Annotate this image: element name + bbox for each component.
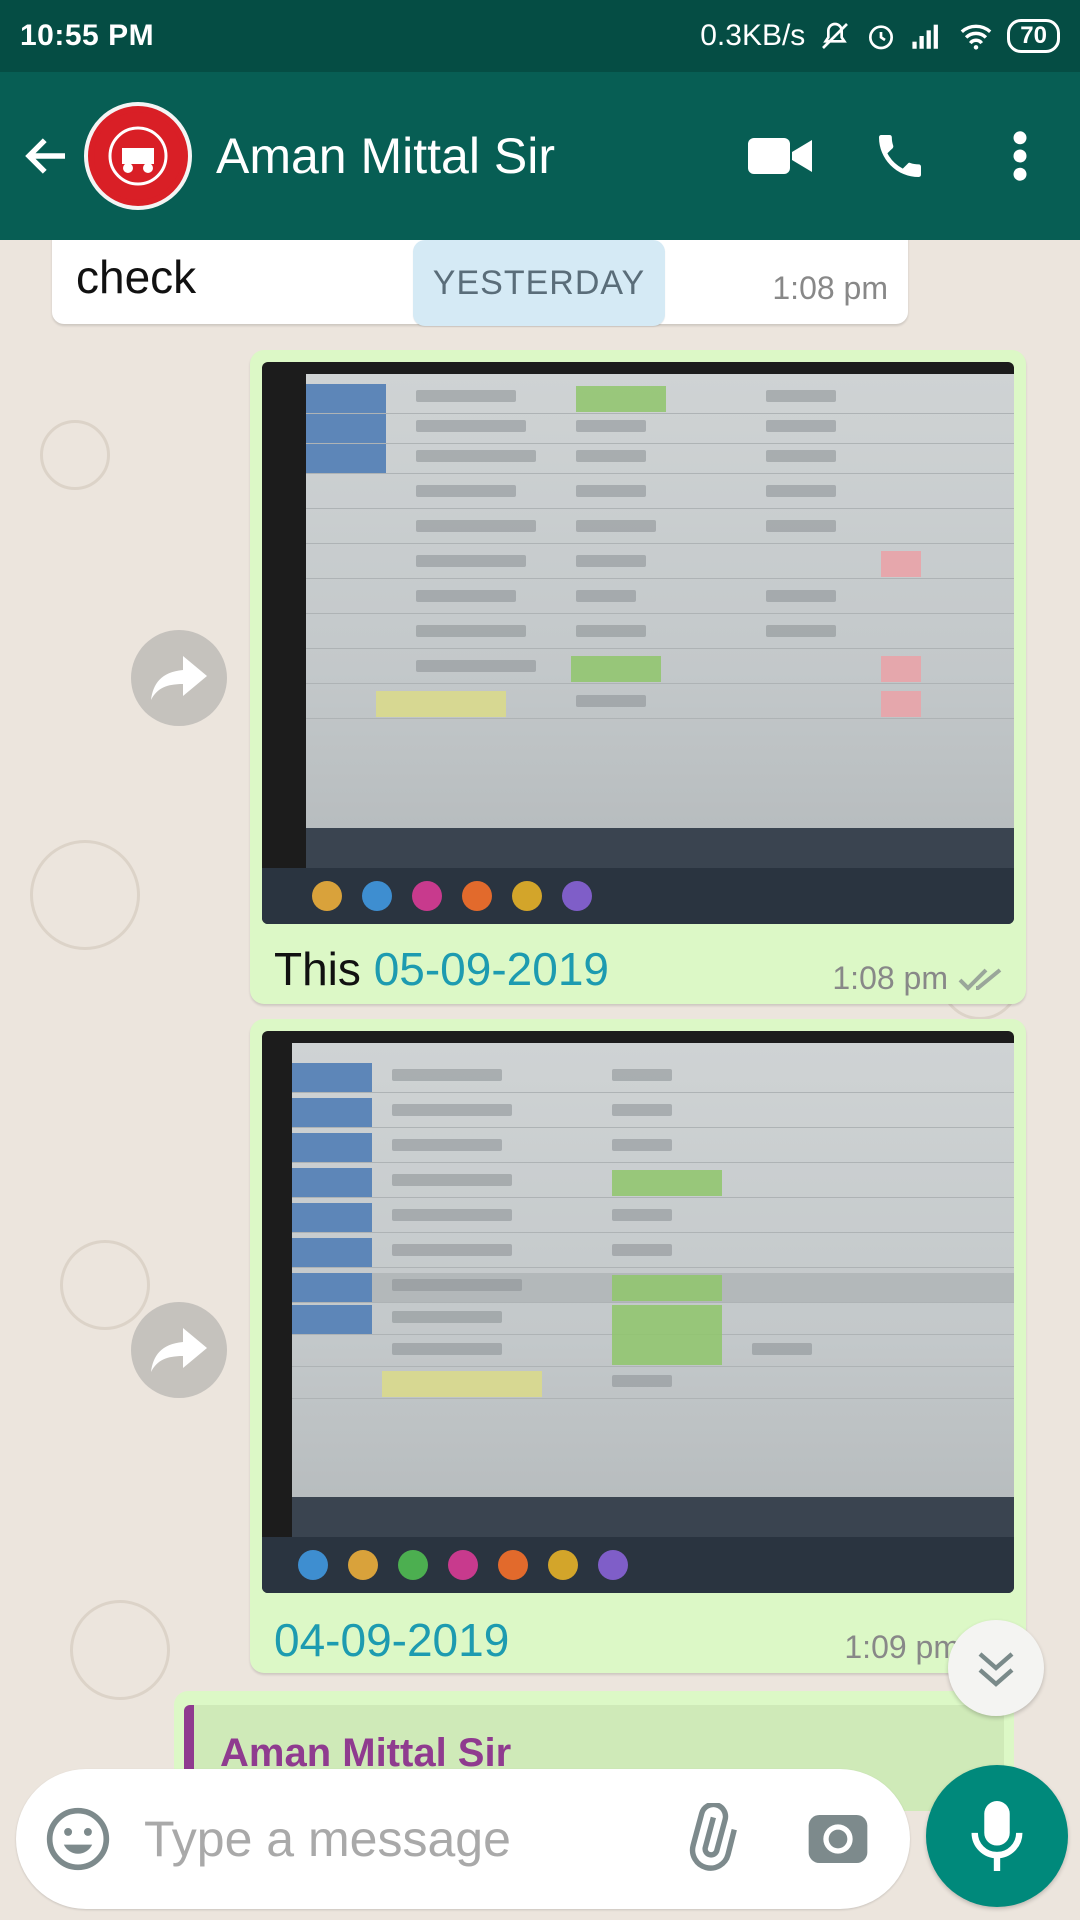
forward-button[interactable] xyxy=(131,630,227,726)
indian-railways-logo xyxy=(94,112,182,200)
caption-text: This xyxy=(274,943,374,995)
photo-row xyxy=(306,514,1014,544)
paperclip-icon xyxy=(689,1801,737,1871)
wifi-icon xyxy=(959,21,993,51)
photo-taskbar xyxy=(262,1537,1014,1593)
photo-row xyxy=(306,689,1014,719)
avatar[interactable] xyxy=(84,102,192,210)
wallpaper-doodle xyxy=(30,840,140,950)
image-caption: This 05-09-2019 xyxy=(274,942,609,996)
forward-button[interactable] xyxy=(131,1302,227,1398)
photo-row xyxy=(292,1168,1014,1198)
voice-call-icon xyxy=(879,135,921,177)
wallpaper-doodle xyxy=(60,1240,150,1330)
photo-row xyxy=(306,444,1014,474)
image-caption: 04-09-2019 xyxy=(274,1613,509,1667)
message-meta: 1:08 pm xyxy=(832,960,1006,997)
photo-row xyxy=(292,1133,1014,1163)
camera-icon xyxy=(808,1815,868,1863)
more-options-icon xyxy=(1013,131,1027,181)
photo-footer xyxy=(292,1497,1014,1537)
message-input[interactable] xyxy=(144,1799,664,1879)
message-time: 1:08 pm xyxy=(772,270,888,306)
message-time: 1:08 pm xyxy=(832,960,948,996)
photo-row xyxy=(306,414,1014,444)
photo-row xyxy=(306,384,1014,414)
scroll-to-bottom-button[interactable] xyxy=(948,1620,1044,1716)
battery-icon: 70 xyxy=(1007,19,1060,53)
photo-row xyxy=(306,654,1014,684)
microphone-icon xyxy=(971,1801,1023,1871)
photo-content xyxy=(306,374,1014,868)
mute-bell-icon xyxy=(819,20,851,52)
video-call-icon xyxy=(748,138,812,174)
double-chevron-down-icon xyxy=(978,1652,1014,1687)
more-options-button[interactable] xyxy=(960,96,1080,216)
photo-thumbnail[interactable] xyxy=(262,1031,1014,1593)
caption-date-link[interactable]: 05-09-2019 xyxy=(374,943,609,995)
message-text: check xyxy=(76,251,197,303)
forward-icon xyxy=(151,1328,207,1372)
chat-area[interactable]: check 1:08 pm YESTERDAY This 05-09-2019 … xyxy=(0,240,1080,1765)
forward-icon xyxy=(151,656,207,700)
camera-button[interactable] xyxy=(806,1807,870,1871)
photo-taskbar xyxy=(262,868,1014,924)
photo-row xyxy=(292,1337,1014,1367)
outgoing-image-message[interactable]: 04-09-2019 1:09 pm xyxy=(250,1019,1026,1673)
chat-header: Aman Mittal Sir xyxy=(0,72,1080,240)
video-call-button[interactable] xyxy=(720,96,840,216)
photo-thumbnail[interactable] xyxy=(262,362,1014,924)
read-receipt-icon xyxy=(958,967,1002,991)
photo-row xyxy=(292,1273,1014,1303)
photo-footer xyxy=(306,828,1014,868)
emoji-button[interactable] xyxy=(44,1805,112,1873)
wallpaper-doodle xyxy=(70,1600,170,1700)
voice-message-button[interactable] xyxy=(926,1765,1068,1907)
caption-date-link[interactable]: 04-09-2019 xyxy=(274,1614,509,1666)
status-bar: 10:55 PM 0.3KB/s 70 xyxy=(0,0,1080,72)
status-icons: 0.3KB/s 70 xyxy=(700,19,1060,53)
photo-row xyxy=(292,1369,1014,1399)
back-button[interactable] xyxy=(10,106,84,206)
emoji-icon xyxy=(46,1807,110,1871)
photo-row xyxy=(292,1098,1014,1128)
photo-row xyxy=(292,1203,1014,1233)
attach-button[interactable] xyxy=(676,1801,748,1875)
photo-row xyxy=(306,479,1014,509)
alarm-icon xyxy=(865,20,897,52)
signal-icon xyxy=(911,21,945,51)
message-meta: 1:09 pm xyxy=(844,1629,960,1666)
status-time: 10:55 PM xyxy=(20,19,155,52)
photo-row xyxy=(292,1305,1014,1365)
photo-row xyxy=(292,1238,1014,1268)
contact-name[interactable]: Aman Mittal Sir xyxy=(216,127,720,185)
photo-row xyxy=(306,549,1014,579)
date-separator: YESTERDAY xyxy=(413,240,665,326)
photo-row xyxy=(306,584,1014,614)
compose-bar xyxy=(0,1765,1080,1920)
network-speed: 0.3KB/s xyxy=(700,19,806,52)
message-input-container xyxy=(16,1769,910,1909)
photo-row xyxy=(292,1063,1014,1093)
message-time: 1:09 pm xyxy=(844,1629,960,1665)
voice-call-button[interactable] xyxy=(840,96,960,216)
back-arrow-icon xyxy=(25,138,65,174)
photo-row xyxy=(306,619,1014,649)
photo-content xyxy=(292,1043,1014,1537)
outgoing-image-message[interactable]: This 05-09-2019 1:08 pm xyxy=(250,350,1026,1004)
wallpaper-doodle xyxy=(40,420,110,490)
